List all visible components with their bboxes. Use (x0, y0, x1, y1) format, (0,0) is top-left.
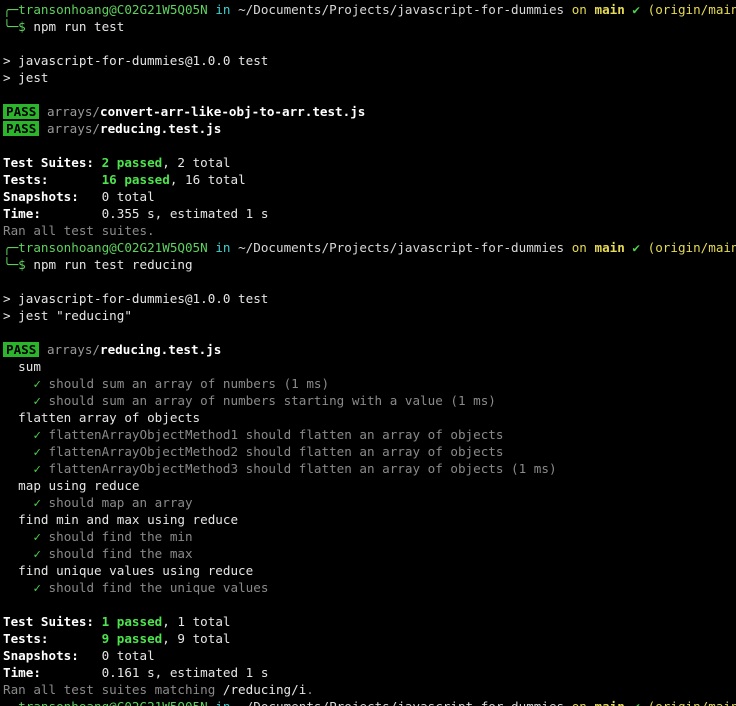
summary-snapshots: Snapshots: 0 total (3, 189, 155, 204)
ran-message: Ran all test suites matching /reducing/i… (3, 682, 314, 697)
check-icon: ✓ (33, 546, 41, 561)
summary-suites: Test Suites: 2 passed, 2 total (3, 155, 231, 170)
test-case: ✓ should sum an array of numbers (1 ms) (33, 376, 330, 391)
check-icon: ✓ (33, 529, 41, 544)
prompt-user-host: transonhoang@C02G21W5Q05N (18, 2, 208, 17)
test-file: reducing.test.js (100, 342, 222, 357)
git-clean-check-icon: ✔ (632, 2, 641, 17)
test-case: ✓ should map an array (33, 495, 193, 510)
pass-badge: PASS (3, 342, 40, 357)
pass-badge: PASS (3, 104, 40, 119)
pass-badge: PASS (3, 121, 40, 136)
summary-tests: Tests: 16 passed, 16 total (3, 172, 246, 187)
git-origin: (origin/main) (647, 2, 736, 17)
git-clean-check-icon: ✔ (632, 240, 641, 255)
test-case: ✓ should find the max (33, 546, 193, 561)
summary-time: Time: 0.161 s, estimated 1 s (3, 665, 269, 680)
test-case: ✓ flattenArrayObjectMethod2 should flatt… (33, 444, 504, 459)
ran-pattern: /reducing/i (222, 682, 307, 697)
command-line: ╰─$ npm run test reducing (3, 257, 193, 272)
summary-tests: Tests: 9 passed, 9 total (3, 631, 231, 646)
test-group-name: find unique values using reduce (18, 563, 254, 578)
check-icon: ✓ (33, 495, 41, 510)
summary-snapshots: Snapshots: 0 total (3, 648, 155, 663)
check-icon: ✓ (33, 427, 41, 442)
npm-script-line: > javascript-for-dummies@1.0.0 test (3, 291, 269, 306)
test-file: convert-arr-like-obj-to-arr.test.js (100, 104, 366, 119)
jest-line: > jest (3, 70, 49, 85)
check-icon: ✓ (33, 461, 41, 476)
test-result-row: PASS arrays/reducing.test.js (0, 341, 736, 358)
command-text: npm run test (33, 19, 125, 34)
command-line: ╰─$ npm run test (3, 19, 125, 34)
npm-script-line: > javascript-for-dummies@1.0.0 test (3, 53, 269, 68)
test-group-name: flatten array of objects (18, 410, 201, 425)
jest-line: > jest "reducing" (3, 308, 132, 323)
prompt-line: ╭─transonhoang@C02G21W5Q05N in ~/Documen… (0, 1, 736, 18)
test-result-row: PASS arrays/reducing.test.js (0, 120, 736, 137)
git-origin: (origin/main) (647, 240, 736, 255)
test-group-name: sum (18, 359, 41, 374)
check-icon: ✓ (33, 444, 41, 459)
command-text: npm run test reducing (33, 257, 193, 272)
prompt-line: ╭─transonhoang@C02G21W5Q05N in ~/Documen… (0, 239, 736, 256)
test-case: ✓ should sum an array of numbers startin… (33, 393, 496, 408)
test-group-name: map using reduce (18, 478, 140, 493)
test-case: ✓ should find the unique values (33, 580, 269, 595)
git-branch: main (594, 240, 625, 255)
test-file: reducing.test.js (100, 121, 222, 136)
test-case: ✓ flattenArrayObjectMethod1 should flatt… (33, 427, 504, 442)
test-result-row: PASS arrays/convert-arr-like-obj-to-arr.… (0, 103, 736, 120)
check-icon: ✓ (33, 376, 41, 391)
test-case: ✓ flattenArrayObjectMethod3 should flatt… (33, 461, 557, 476)
ran-message: Ran all test suites. (3, 223, 155, 238)
test-case: ✓ should find the min (33, 529, 193, 544)
prompt-path: ~/Documents/Projects/javascript-for-dumm… (238, 240, 565, 255)
terminal-window[interactable]: ╭─transonhoang@C02G21W5Q05N in ~/Documen… (0, 0, 736, 706)
check-icon: ✓ (33, 580, 41, 595)
git-branch: main (594, 2, 625, 17)
check-icon: ✓ (33, 393, 41, 408)
prompt-user-host: transonhoang@C02G21W5Q05N (18, 240, 208, 255)
test-group-name: find min and max using reduce (18, 512, 239, 527)
prompt-path: ~/Documents/Projects/javascript-for-dumm… (238, 2, 565, 17)
summary-suites: Test Suites: 1 passed, 1 total (3, 614, 231, 629)
summary-time: Time: 0.355 s, estimated 1 s (3, 206, 269, 221)
